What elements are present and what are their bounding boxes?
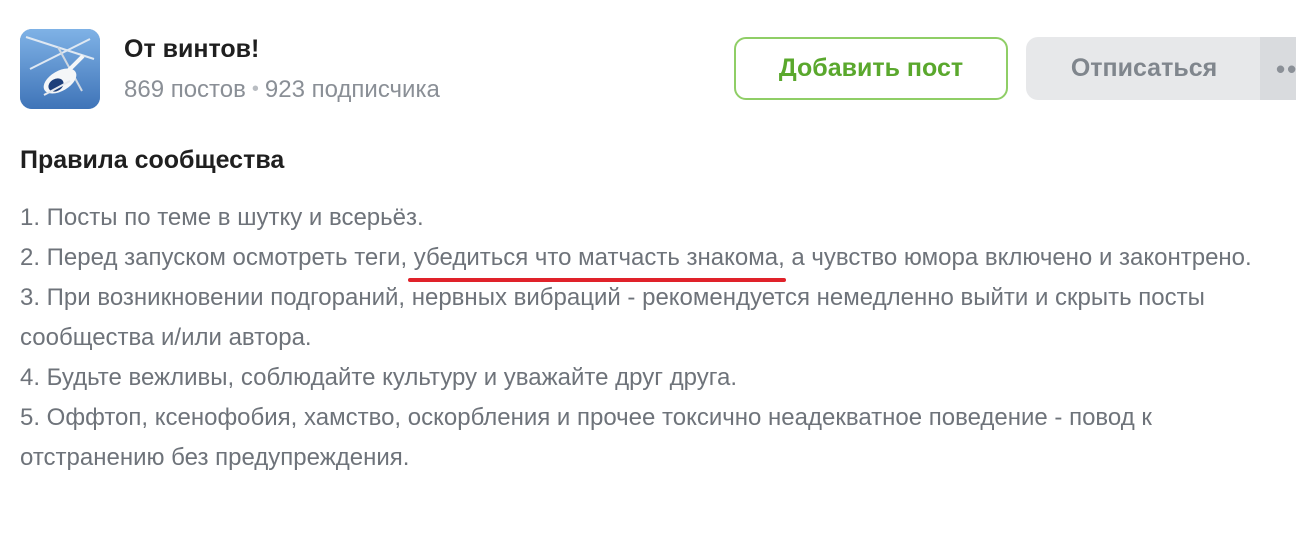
posts-count: 869 постов	[124, 76, 246, 103]
community-stats: 869 постов • 923 подписчика	[124, 76, 440, 104]
stats-separator: •	[251, 78, 259, 100]
red-underline-annotation	[407, 278, 787, 282]
rule-item-4: 4. Будьте вежливы, соблюдайте культуру и…	[20, 364, 737, 391]
community-header: От винтов! 869 постов • 923 подписчика Доб…	[20, 29, 1296, 109]
unsubscribe-button[interactable]: Отписаться	[1026, 37, 1262, 100]
rule-item-5: 5. Оффтоп, ксенофобия, хамство, оскорбле…	[20, 404, 1152, 471]
rule-item-2: 2. Перед запуском осмотреть теги, убедит…	[20, 238, 1276, 282]
subscribers-count: 923 подписчика	[264, 76, 440, 103]
rule-2-end: , а чувство юмора включено и законтрено.	[778, 244, 1252, 271]
rule-2-start: 2. Перед запуском осмотреть теги,	[20, 244, 408, 271]
community-avatar[interactable]	[20, 29, 100, 109]
more-options-button[interactable]: ••	[1260, 37, 1296, 100]
rules-heading: Правила сообщества	[20, 146, 285, 174]
helicopter-image	[20, 29, 100, 109]
add-post-button[interactable]: Добавить пост	[734, 37, 1008, 100]
more-dots-icon: ••	[1276, 53, 1296, 84]
rule-item-1: 1. Посты по теме в шутку и всерьёз.	[20, 204, 424, 231]
rules-list: 1. Посты по теме в шутку и всерьёз. 2. П…	[20, 198, 1276, 478]
rule-item-3: 3. При возникновении подгораний, нервных…	[20, 284, 1205, 351]
community-page: От винтов! 869 постов • 923 подписчика Доб…	[0, 0, 1296, 533]
rule-2-highlight: убедиться что матчасть знакома	[407, 238, 787, 282]
community-title[interactable]: От винтов!	[124, 35, 259, 64]
rule-2-highlight-text: убедиться что матчасть знакома	[413, 244, 779, 271]
